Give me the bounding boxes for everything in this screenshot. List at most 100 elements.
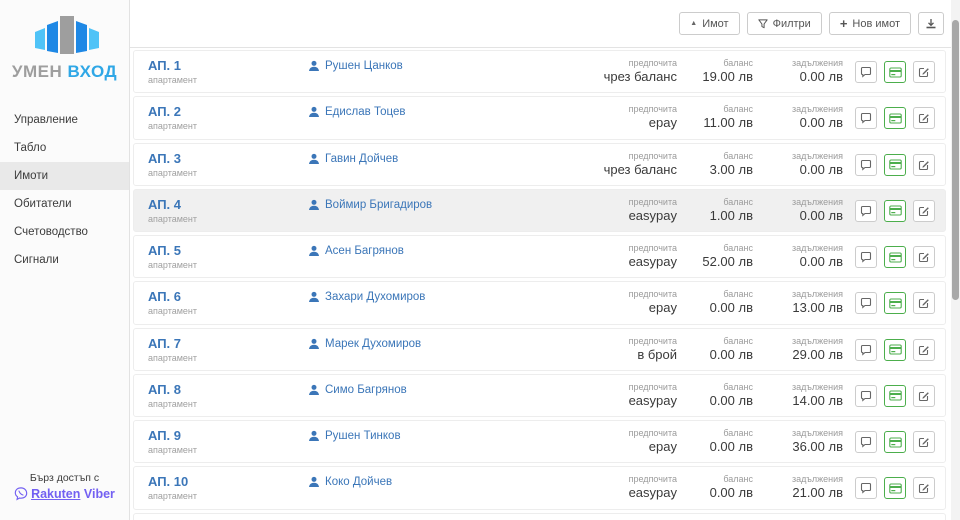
- resident-link[interactable]: Марек Духомиров: [325, 338, 421, 350]
- edit-button[interactable]: [913, 246, 935, 268]
- note-button[interactable]: [855, 385, 877, 407]
- note-button[interactable]: [855, 339, 877, 361]
- payment-button[interactable]: [884, 385, 906, 407]
- unit-number[interactable]: АП. 7: [148, 336, 308, 351]
- balance-label: баланс: [691, 474, 753, 484]
- unit-number[interactable]: АП. 3: [148, 151, 308, 166]
- viber-link[interactable]: Rakuten Viber: [14, 487, 115, 501]
- prefers-label: предпочита: [591, 336, 677, 346]
- payment-button[interactable]: [884, 339, 906, 361]
- unit-type-label: апартамент: [148, 399, 308, 409]
- sidebar-nav: УправлениеТаблоИмотиОбитателиСчетоводств…: [0, 106, 129, 274]
- due-label: задължения: [767, 382, 843, 392]
- unit-number[interactable]: АП. 6: [148, 289, 308, 304]
- note-button[interactable]: [855, 292, 877, 314]
- note-button[interactable]: [855, 431, 877, 453]
- prefers-label: предпочита: [591, 289, 677, 299]
- resident-link[interactable]: Асен Багрянов: [325, 245, 404, 257]
- unit-number[interactable]: АП. 9: [148, 428, 308, 443]
- resident-link[interactable]: Симо Багрянов: [325, 384, 407, 396]
- sidebar-item-1[interactable]: Табло: [0, 134, 129, 162]
- sidebar-footer: Бърз достъп с Rakuten Viber: [0, 462, 129, 520]
- resident-link[interactable]: Рушен Цанков: [325, 60, 403, 72]
- new-property-button[interactable]: + Нов имот: [829, 12, 911, 35]
- person-icon: [308, 338, 320, 350]
- note-button[interactable]: [855, 61, 877, 83]
- scrollbar-thumb[interactable]: [952, 20, 959, 300]
- credit-card-icon: [889, 159, 902, 170]
- comment-icon: [860, 251, 872, 263]
- sidebar-item-5[interactable]: Сигнали: [0, 246, 129, 274]
- resident-link[interactable]: Гавин Дойчев: [325, 153, 398, 165]
- edit-button[interactable]: [913, 339, 935, 361]
- unit-type-label: апартамент: [148, 168, 308, 178]
- scrollbar-track[interactable]: [951, 0, 960, 520]
- sidebar-item-4[interactable]: Счетоводство: [0, 218, 129, 246]
- unit-number[interactable]: АП. 10: [148, 474, 308, 489]
- edit-button[interactable]: [913, 154, 935, 176]
- resident-link[interactable]: Рушен Тинков: [325, 430, 401, 442]
- note-button[interactable]: [855, 246, 877, 268]
- edit-icon: [918, 205, 930, 217]
- balance-value: 0.00 лв: [691, 347, 753, 363]
- balance-label: баланс: [691, 336, 753, 346]
- balance-label: баланс: [691, 104, 753, 114]
- balance-stat: баланс 19.00 лв: [691, 58, 753, 85]
- row-actions: [855, 336, 935, 361]
- edit-icon: [918, 159, 930, 171]
- credit-card-icon: [889, 298, 902, 309]
- unit-number[interactable]: АП. 8: [148, 382, 308, 397]
- sidebar-item-3[interactable]: Обитатели: [0, 190, 129, 218]
- note-button[interactable]: [855, 154, 877, 176]
- payment-button[interactable]: [884, 154, 906, 176]
- sidebar-item-0[interactable]: Управление: [0, 106, 129, 134]
- prefers-stat: предпочита easypay: [591, 382, 677, 409]
- due-value: 0.00 лв: [767, 208, 843, 224]
- edit-button[interactable]: [913, 431, 935, 453]
- sidebar: УМЕН ВХОД УправлениеТаблоИмотиОбитателиС…: [0, 0, 130, 520]
- resident-link[interactable]: Захари Духомиров: [325, 291, 425, 303]
- payment-button[interactable]: [884, 431, 906, 453]
- export-button[interactable]: [918, 12, 944, 35]
- edit-button[interactable]: [913, 477, 935, 499]
- due-stat: задължения 0.00 лв: [767, 197, 843, 224]
- sidebar-item-2[interactable]: Имоти: [0, 162, 129, 190]
- due-value: 29.00 лв: [767, 347, 843, 363]
- balance-stat: баланс 52.00 лв: [691, 243, 753, 270]
- note-button[interactable]: [855, 477, 877, 499]
- note-button[interactable]: [855, 107, 877, 129]
- payment-button[interactable]: [884, 200, 906, 222]
- resident-cell: Марек Духомиров: [308, 336, 577, 350]
- edit-button[interactable]: [913, 200, 935, 222]
- edit-button[interactable]: [913, 61, 935, 83]
- resident-cell: Гавин Дойчев: [308, 151, 577, 165]
- edit-button[interactable]: [913, 292, 935, 314]
- balance-value: 3.00 лв: [691, 162, 753, 178]
- sort-by-button[interactable]: ▲ Имот: [679, 12, 739, 35]
- payment-button[interactable]: [884, 477, 906, 499]
- note-button[interactable]: [855, 200, 877, 222]
- edit-button[interactable]: [913, 385, 935, 407]
- resident-link[interactable]: Коко Дойчев: [325, 476, 392, 488]
- unit-number[interactable]: АП. 1: [148, 58, 308, 73]
- unit-number[interactable]: АП. 4: [148, 197, 308, 212]
- credit-card-icon: [889, 390, 902, 401]
- caret-up-icon: ▲: [690, 20, 697, 27]
- payment-button[interactable]: [884, 292, 906, 314]
- unit-number[interactable]: АП. 5: [148, 243, 308, 258]
- payment-button[interactable]: [884, 61, 906, 83]
- due-label: задължения: [767, 289, 843, 299]
- payment-button[interactable]: [884, 246, 906, 268]
- unit-number[interactable]: АП. 2: [148, 104, 308, 119]
- resident-link[interactable]: Едислав Тоцев: [325, 106, 405, 118]
- credit-card-icon: [889, 113, 902, 124]
- resident-link[interactable]: Воймир Бригадиров: [325, 199, 432, 211]
- filters-button[interactable]: Филтри: [747, 12, 822, 35]
- edit-button[interactable]: [913, 107, 935, 129]
- row-actions: [855, 474, 935, 499]
- comment-icon: [860, 297, 872, 309]
- unit-type-label: апартамент: [148, 491, 308, 501]
- toolbar: ▲ Имот Филтри + Нов имот: [130, 0, 960, 48]
- payment-button[interactable]: [884, 107, 906, 129]
- due-value: 0.00 лв: [767, 254, 843, 270]
